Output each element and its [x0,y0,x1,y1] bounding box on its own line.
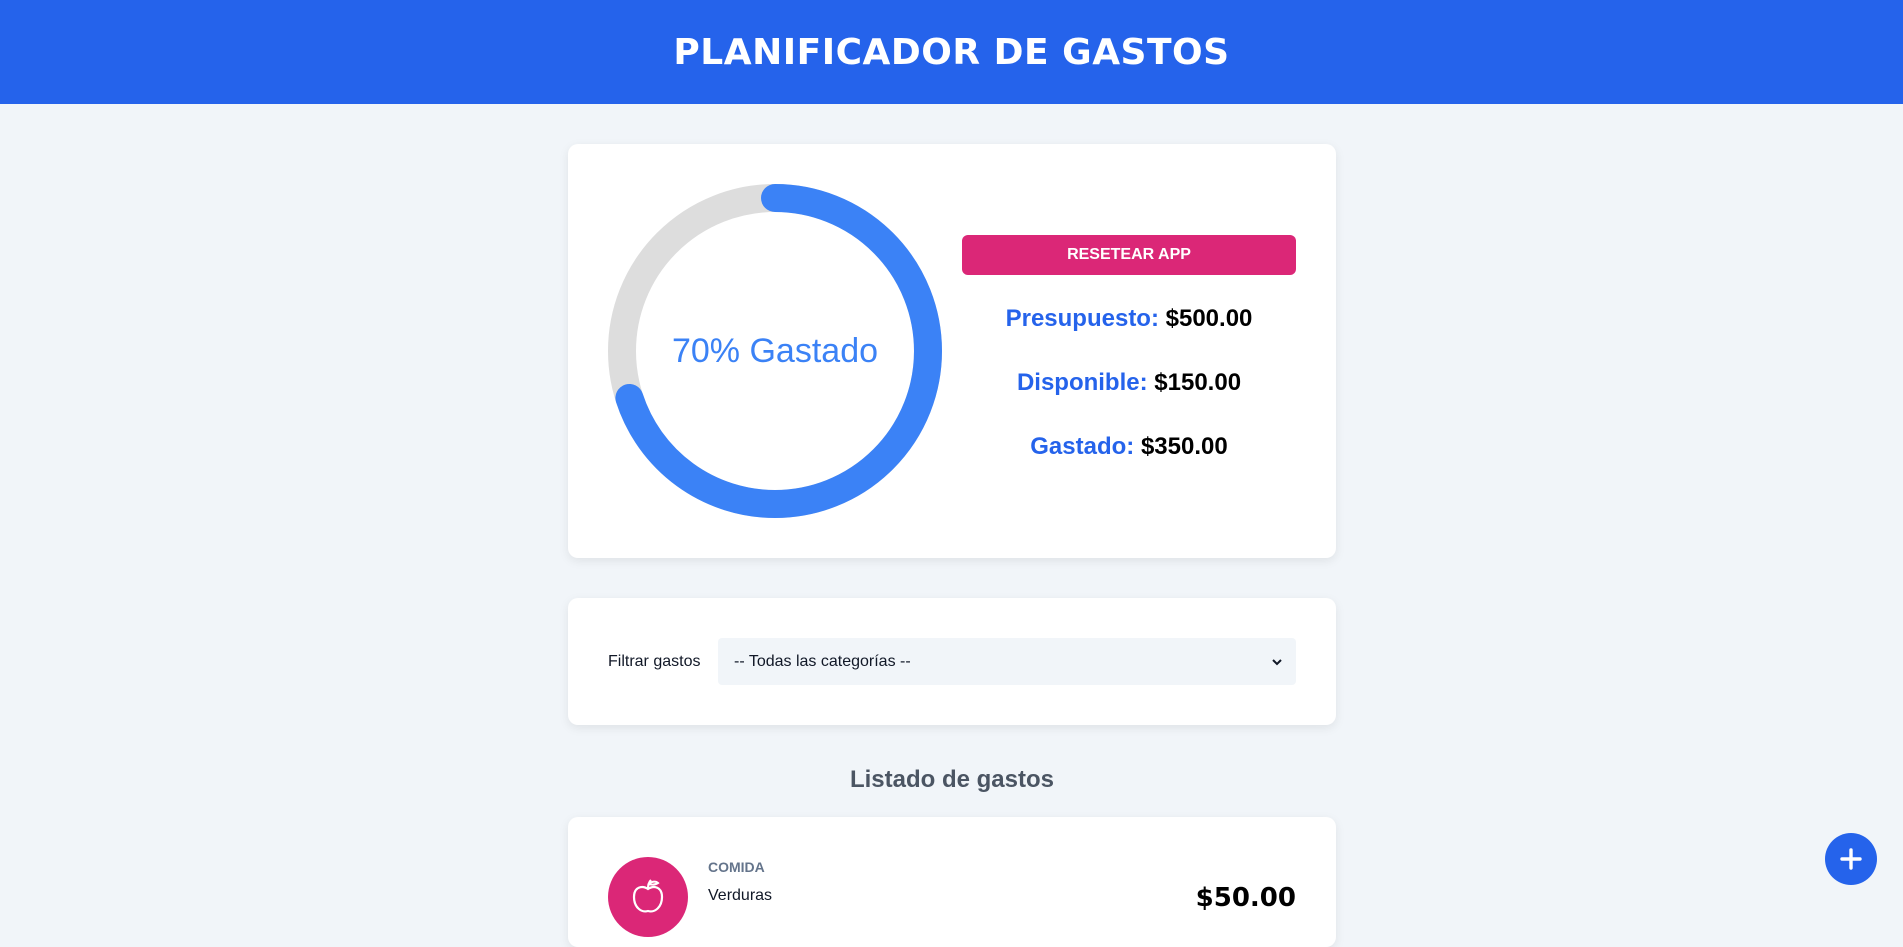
percent-spent-label: 70% Gastado [671,331,879,370]
spent-stat: Gastado: $350.00 [962,415,1296,479]
filter-card: Filtrar gastos -- Todas las categorías -… [568,598,1336,725]
budget-card: 70% Gastado RESETEAR APP Presupuesto: $5… [568,144,1336,558]
spent-value: $350.00 [1140,433,1228,460]
add-expense-button[interactable] [1825,833,1877,885]
available-stat: Disponible: $150.00 [962,351,1296,415]
page-title: PLANIFICADOR DE GASTOS [673,31,1230,73]
chevron-down-icon [1272,658,1282,665]
expense-category: COMIDA [708,859,765,875]
progress-ring: 70% Gastado [608,184,942,518]
budget-value: $500.00 [1165,305,1253,332]
expense-list-title: Listado de gastos [849,766,1055,793]
expense-amount: $50.00 [1195,883,1296,913]
available-label: Disponible: [1016,369,1148,396]
expense-name: Verduras [708,887,773,904]
budget-label: Presupuesto: [1005,305,1159,332]
app-header: PLANIFICADOR DE GASTOS [0,0,1903,104]
spent-label: Gastado: [1030,433,1135,460]
budget-stat: Presupuesto: $500.00 [962,287,1296,351]
filter-selected-value: -- Todas las categorías -- [734,652,911,670]
reset-app-button[interactable]: RESETEAR APP [962,235,1296,275]
available-value: $150.00 [1154,369,1242,396]
plus-icon [1840,848,1862,870]
filter-label: Filtrar gastos [608,652,701,670]
apple-icon [608,857,688,937]
list-item[interactable]: COMIDA Verduras $50.00 [568,817,1336,947]
category-filter-select[interactable]: -- Todas las categorías -- [718,638,1296,685]
